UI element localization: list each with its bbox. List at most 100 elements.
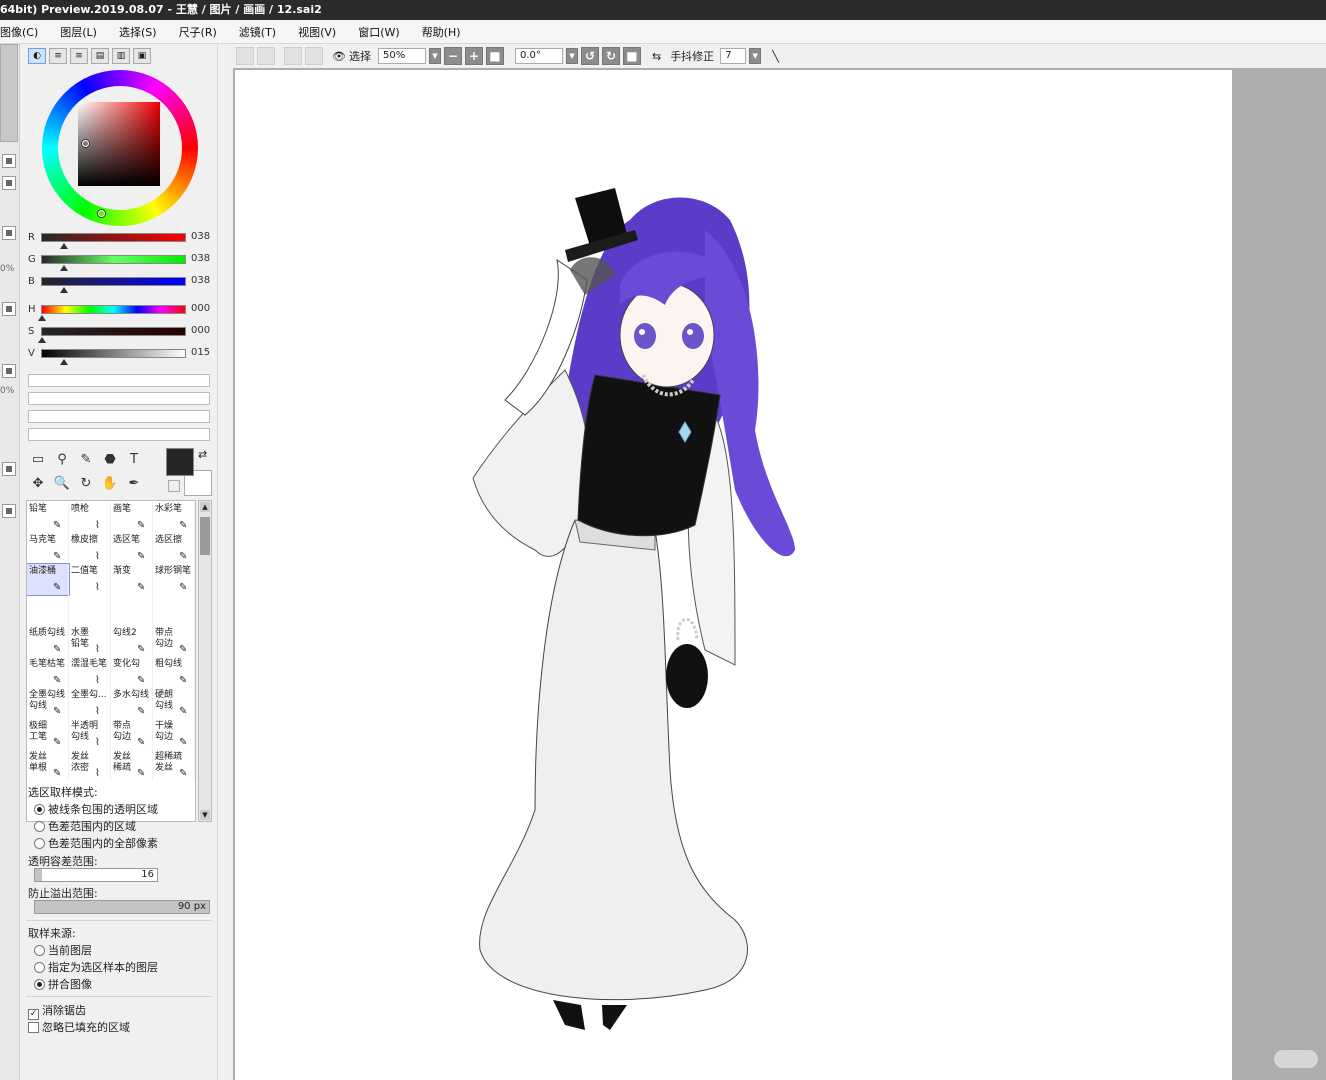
brush-slot[interactable]: 勾线2 ✎ [111, 626, 153, 657]
brush-slot[interactable] [69, 595, 111, 626]
zoom-in-button[interactable]: + [464, 47, 483, 65]
color-history-bar[interactable] [28, 410, 210, 423]
brush-slot[interactable]: 选区擦 ✎ [153, 533, 195, 564]
brush-slot[interactable]: 半透明 勾线 ⌇ [69, 719, 111, 750]
menu-help[interactable]: 帮助(H) [411, 24, 472, 40]
slider-value-handle[interactable] [60, 359, 68, 365]
brush-slot[interactable]: 变化勾 ✎ [111, 657, 153, 688]
tab-swatches[interactable]: ▥ [112, 48, 130, 64]
brush-slot[interactable] [111, 595, 153, 626]
brush-slot[interactable]: 球形钢笔 ✎ [153, 564, 195, 595]
brush-slot[interactable] [153, 595, 195, 626]
brush-slot[interactable]: 硬朗 勾线 ✎ [153, 688, 195, 719]
line-tool-icon[interactable]: ╲ [772, 50, 779, 63]
menu-select[interactable]: 选择(S) [108, 24, 168, 40]
slider-green[interactable]: G 038 [28, 252, 214, 272]
color-history-bar[interactable] [28, 392, 210, 405]
slider-hue-handle[interactable] [38, 315, 46, 321]
text-tool-icon[interactable]: T [124, 450, 144, 470]
stabilizer-dropdown-icon[interactable]: ▼ [749, 48, 762, 64]
brush-slot[interactable]: 带点 勾边 ✎ [111, 719, 153, 750]
eyedropper-icon[interactable]: ✒ [124, 474, 144, 494]
navigator-thumb[interactable] [0, 44, 18, 142]
rotate-right-button[interactable]: ↻ [601, 47, 620, 65]
show-selection-toggle[interactable]: 👁 选择 [332, 48, 371, 64]
zoom-out-button[interactable]: − [443, 47, 462, 65]
checkbox-icon[interactable] [28, 1022, 39, 1033]
hand-icon[interactable]: ✋ [100, 474, 120, 494]
mode-option-color-range-all[interactable]: 色差范围内的全部像素 [34, 835, 158, 851]
slider-saturation-handle[interactable] [38, 337, 46, 343]
tab-color-wheel[interactable]: ◐ [28, 48, 46, 64]
sv-marker[interactable] [98, 210, 105, 217]
zoom-reset-button[interactable]: ■ [485, 47, 504, 65]
brush-slot[interactable]: 马克笔 ✎ [27, 533, 69, 564]
saturation-value-square[interactable] [78, 102, 160, 186]
brush-slot[interactable]: 发丝 单根 ✎ [27, 750, 69, 781]
toolbar-button[interactable] [284, 47, 302, 65]
brush-slot[interactable]: 铅笔 ✎ [27, 502, 69, 533]
slider-blue-track[interactable] [41, 277, 186, 286]
strip-button[interactable] [2, 364, 16, 378]
rotate-icon[interactable]: ↻ [76, 474, 96, 494]
lasso-icon[interactable]: ⚲ [52, 450, 72, 470]
source-option-sample-layers[interactable]: 指定为选区样本的图层 [34, 959, 158, 975]
menu-layer[interactable]: 图层(L) [49, 24, 108, 40]
rect-select-icon[interactable]: ▭ [28, 450, 48, 470]
transparent-color-toggle[interactable] [168, 480, 180, 492]
color-wheel[interactable] [42, 70, 198, 226]
brush-slot[interactable]: 画笔 ✎ [111, 502, 153, 533]
scroll-up-icon[interactable]: ▲ [200, 502, 210, 512]
radio-icon[interactable] [34, 945, 45, 956]
magic-wand-icon[interactable]: ✎ [76, 450, 96, 470]
radio-icon[interactable] [34, 804, 45, 815]
stabilizer-input[interactable]: 7 [720, 48, 747, 64]
zoom-input[interactable]: 50% [377, 48, 426, 64]
brush-slot[interactable]: 极细 工笔 ✎ [27, 719, 69, 750]
slider-hue[interactable]: H 000 [28, 302, 214, 322]
slider-green-handle[interactable] [60, 265, 68, 271]
radio-icon[interactable] [34, 979, 45, 990]
brush-slot[interactable]: 油漆桶 ✎ [27, 563, 70, 596]
brush-slot[interactable]: 发丝 浓密 ⌇ [69, 750, 111, 781]
strip-button[interactable] [2, 302, 16, 316]
mode-option-transparent-enclosed[interactable]: 被线条包围的透明区域 [34, 801, 158, 817]
zoom-dropdown-icon[interactable]: ▼ [428, 48, 441, 64]
source-option-merged[interactable]: 拼合图像 [34, 976, 92, 992]
strip-button[interactable] [2, 226, 16, 240]
flip-horizontal-icon[interactable]: ⇆ [652, 50, 661, 63]
shape-icon[interactable]: ⬣ [100, 450, 120, 470]
menu-window[interactable]: 窗口(W) [347, 24, 410, 40]
strip-button[interactable] [2, 176, 16, 190]
drawing-canvas[interactable] [235, 70, 1232, 1080]
brush-slot[interactable]: 二值笔 ⌇ [69, 564, 111, 595]
swap-colors-icon[interactable]: ⇄ [198, 448, 207, 461]
tab-rgb-sliders[interactable]: ≡ [49, 48, 67, 64]
brush-slot[interactable]: 全墨勾... ⌇ [69, 688, 111, 719]
tab-color-mixer[interactable]: ▤ [91, 48, 109, 64]
rotation-reset-button[interactable]: ■ [622, 47, 641, 65]
brush-slot[interactable] [27, 595, 69, 626]
move-icon[interactable]: ✥ [28, 474, 48, 494]
slider-blue-handle[interactable] [60, 287, 68, 293]
panel-splitter[interactable] [217, 44, 233, 1080]
hue-marker[interactable] [82, 140, 89, 147]
canvas-workspace[interactable] [233, 68, 1326, 1080]
slider-red-handle[interactable] [60, 243, 68, 249]
brush-slot[interactable]: 水墨 铅笔 ⌇ [69, 626, 111, 657]
foreground-color-swatch[interactable] [166, 448, 194, 476]
slider-value[interactable]: V 015 [28, 346, 214, 366]
brush-slot[interactable]: 选区笔 ✎ [111, 533, 153, 564]
toolbar-button[interactable] [305, 47, 323, 65]
brush-slot[interactable]: 濡湿毛笔 ⌇ [69, 657, 111, 688]
brush-slot[interactable]: 全墨勾线 勾线 ✎ [27, 688, 69, 719]
brush-grid-scrollbar[interactable]: ▲ ▼ [198, 500, 212, 822]
color-history-bar[interactable] [28, 428, 210, 441]
rotate-left-button[interactable]: ↺ [580, 47, 599, 65]
brush-slot[interactable]: 橡皮擦 ⌇ [69, 533, 111, 564]
brush-slot[interactable]: 干燥 勾边 ✎ [153, 719, 195, 750]
antialias-checkbox[interactable]: ✓ 消除锯齿 [28, 1002, 86, 1020]
strip-button[interactable] [2, 154, 16, 168]
tab-hsv-sliders[interactable]: ≡ [70, 48, 88, 64]
brush-slot[interactable]: 发丝 稀疏 ✎ [111, 750, 153, 781]
